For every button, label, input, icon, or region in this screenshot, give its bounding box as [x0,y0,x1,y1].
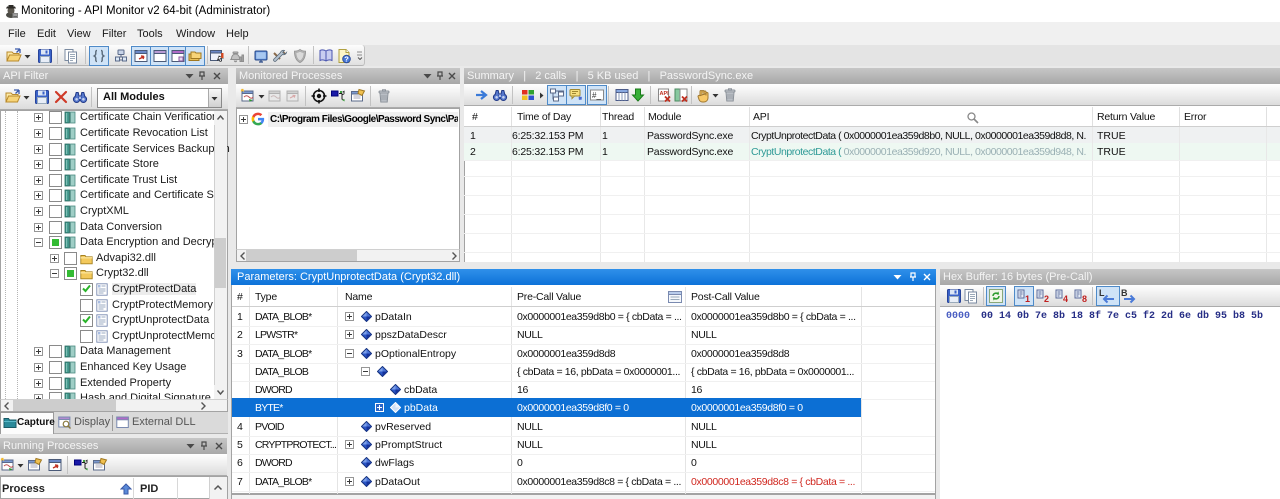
svg-text:8: 8 [1082,294,1087,304]
svg-text:#_: #_ [592,91,601,100]
svg-text:2: 2 [1044,294,1049,304]
svg-text:1: 1 [1025,294,1030,304]
svg-text:B: B [1121,288,1128,298]
svg-text:4: 4 [1063,294,1068,304]
svg-text:L: L [1099,288,1105,298]
svg-text:?: ? [344,55,349,64]
svg-text:API: API [660,91,670,97]
